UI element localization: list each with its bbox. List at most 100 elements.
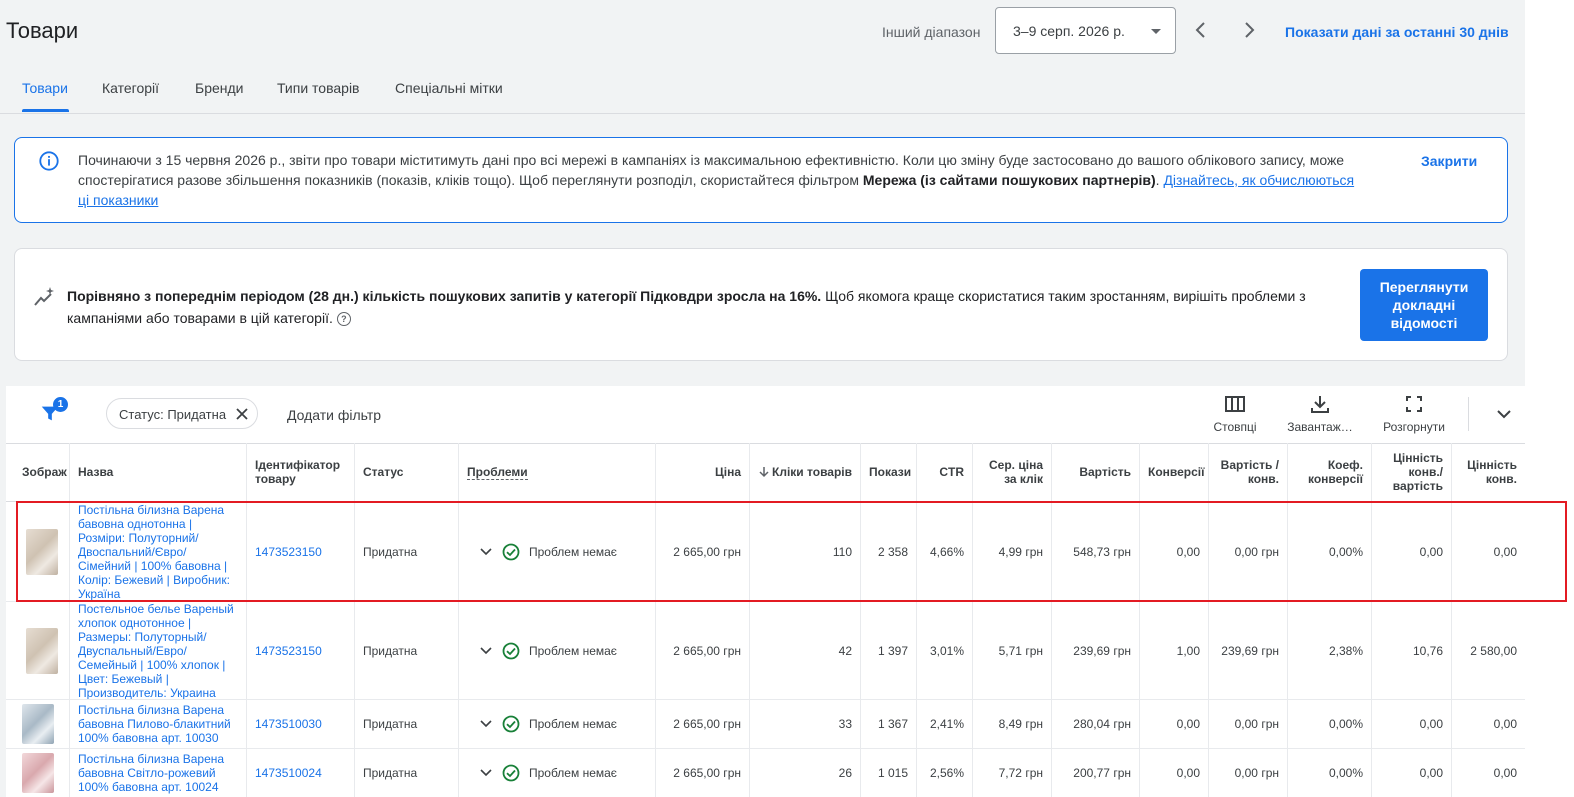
col-cost[interactable]: Вартість	[1052, 443, 1140, 501]
tab-product-types[interactable]: Типи товарів	[277, 80, 360, 96]
col-cost-per-conv[interactable]: Вартість / конв.	[1209, 443, 1288, 501]
chevron-down-icon[interactable]	[480, 547, 492, 556]
impressions-cell: 1 367	[861, 700, 917, 748]
columns-icon	[1225, 396, 1245, 412]
expand-label: Розгорнути	[1383, 420, 1445, 434]
issues-cell: Проблем немає	[459, 700, 656, 748]
tab-brands[interactable]: Бренди	[195, 80, 243, 96]
col-avg-cpc[interactable]: Сер. ціна за клік	[973, 443, 1052, 501]
clicks-cell: 110	[750, 502, 861, 601]
table-header: Зображ Назва Ідентифікатор товару Статус…	[6, 443, 1525, 502]
table-row[interactable]: Постільна білизна Варена бавовна Світло-…	[6, 749, 1525, 797]
clicks-cell: 33	[750, 700, 861, 748]
issues-cell: Проблем немає	[459, 749, 656, 797]
fullscreen-icon	[1406, 396, 1422, 412]
table-toolbar: 1 Статус: Придатна Додати фільтр Стовпці…	[6, 386, 1525, 444]
product-image-cell	[6, 749, 70, 797]
col-conversions[interactable]: Конверсії	[1140, 443, 1209, 501]
chip-label: Статус: Придатна	[119, 407, 227, 422]
expand-button[interactable]: Розгорнути	[1376, 394, 1452, 434]
issues-text: Проблем немає	[529, 643, 617, 658]
cost-cell: 280,04 грн	[1052, 700, 1140, 748]
view-details-button[interactable]: Переглянути докладні відомості	[1360, 269, 1488, 341]
col-status[interactable]: Статус	[355, 443, 459, 501]
insight-text: Порівняно з попереднім періодом (28 дн.)…	[67, 285, 1337, 329]
add-filter-button[interactable]: Додати фільтр	[287, 407, 381, 423]
product-id-link[interactable]: 1473523150	[255, 545, 322, 559]
status-cell: Придатна	[355, 749, 459, 797]
product-id-link[interactable]: 1473510024	[255, 766, 322, 780]
status-filter-chip[interactable]: Статус: Придатна	[106, 398, 258, 429]
col-image[interactable]: Зображ	[6, 443, 70, 501]
columns-button[interactable]: Стовпці	[1209, 394, 1261, 434]
col-price[interactable]: Ціна	[656, 443, 750, 501]
product-name-link[interactable]: Постільна білизна Варена бавовна однотон…	[78, 503, 238, 601]
issues-cell: Проблем немає	[459, 602, 656, 699]
products-table-panel: 1 Статус: Придатна Додати фільтр Стовпці…	[6, 386, 1525, 797]
download-button[interactable]: Завантаж…	[1282, 394, 1358, 434]
col-impressions[interactable]: Покази	[861, 443, 917, 501]
product-id-link[interactable]: 1473510030	[255, 717, 322, 731]
conversions-cell: 0,00	[1140, 502, 1209, 601]
tab-products[interactable]: Товари	[22, 80, 68, 96]
product-name-cell: Постільна білизна Варена бавовна Світло-…	[70, 749, 247, 797]
tab-custom-labels[interactable]: Спеціальні мітки	[395, 80, 503, 96]
conversions-cell: 1,00	[1140, 602, 1209, 699]
ctr-cell: 3,01%	[917, 602, 973, 699]
cost-per-conv-cell: 0,00 грн	[1209, 749, 1288, 797]
issues-text: Проблем немає	[529, 544, 617, 559]
conv-value-cell: 0,00	[1493, 766, 1517, 780]
previous-period-icon[interactable]	[1189, 18, 1213, 42]
table-row[interactable]: Постільна білизна Варена бавовна однотон…	[6, 502, 1525, 602]
table-row[interactable]: Постельное белье Вареный хлопок однотонн…	[6, 602, 1525, 700]
col-issues-label: Проблеми	[467, 464, 528, 480]
product-id-link[interactable]: 1473523150	[255, 644, 322, 658]
remove-filter-icon[interactable]	[235, 407, 249, 421]
insight-card: Порівняно з попереднім періодом (28 дн.)…	[14, 248, 1508, 361]
last-30-days-link[interactable]: Показати дані за останні 30 днів	[1285, 24, 1509, 40]
close-banner-button[interactable]: Закрити	[1421, 153, 1477, 169]
conversions-cell: 0,00	[1140, 749, 1209, 797]
range-label: Інший діапазон	[882, 24, 981, 40]
cost-per-conv-cell: 239,69 грн	[1209, 602, 1288, 699]
chevron-down-icon[interactable]	[1495, 407, 1513, 421]
ctr-cell: 4,66%	[917, 502, 973, 601]
next-period-icon[interactable]	[1237, 18, 1261, 42]
product-image-cell	[6, 502, 70, 601]
issues-text: Проблем немає	[529, 717, 617, 731]
info-banner-text: Починаючи з 15 червня 2026 р., звіти про…	[78, 150, 1368, 210]
date-range-picker[interactable]: 3–9 серп. 2026 р.	[995, 7, 1176, 54]
price-cell: 2 665,00 грн	[656, 602, 750, 699]
chevron-down-icon[interactable]	[480, 646, 492, 655]
col-clicks[interactable]: Кліки товарів	[750, 443, 861, 501]
product-name-cell: Постільна білизна Варена бавовна однотон…	[70, 502, 247, 601]
active-tab-indicator	[22, 109, 69, 112]
download-label: Завантаж…	[1287, 420, 1353, 434]
col-ctr[interactable]: CTR	[917, 443, 973, 501]
cost-per-conv-cell: 0,00 грн	[1209, 700, 1288, 748]
table-row[interactable]: Постільна білизна Варена бавовна Пилово-…	[6, 700, 1525, 749]
col-conv-value[interactable]: Цінність конв.	[1452, 443, 1525, 501]
col-value-cost[interactable]: Цінність конв./ вартість	[1372, 443, 1452, 501]
info-icon	[39, 151, 59, 171]
columns-label: Стовпці	[1213, 420, 1257, 434]
product-name-link[interactable]: Постільна білизна Варена бавовна Пилово-…	[78, 703, 238, 745]
col-name[interactable]: Назва	[70, 443, 247, 501]
tab-categories[interactable]: Категорії	[102, 80, 159, 96]
col-conv-rate[interactable]: Коеф. конверсії	[1288, 443, 1372, 501]
col-id[interactable]: Ідентифікатор товару	[247, 443, 355, 501]
product-name-link[interactable]: Постельное белье Вареный хлопок однотонн…	[78, 602, 238, 699]
ctr-cell: 2,56%	[917, 749, 973, 797]
chevron-down-icon[interactable]	[480, 720, 492, 728]
value-cost-cell: 10,76	[1372, 602, 1452, 699]
impressions-cell: 2 358	[861, 502, 917, 601]
product-name-link[interactable]: Постільна білизна Варена бавовна Світло-…	[78, 752, 238, 794]
info-banner: Починаючи з 15 червня 2026 р., звіти про…	[14, 137, 1508, 223]
chevron-down-icon[interactable]	[480, 769, 492, 777]
col-issues[interactable]: Проблеми	[459, 443, 656, 501]
info-bold-text: Мережа (із сайтами пошукових партнерів)	[862, 172, 1156, 188]
issues-cell: Проблем немає	[459, 502, 656, 601]
product-thumbnail	[22, 704, 54, 744]
filter-count-badge: 1	[53, 397, 68, 412]
help-icon[interactable]: ?	[336, 312, 351, 327]
